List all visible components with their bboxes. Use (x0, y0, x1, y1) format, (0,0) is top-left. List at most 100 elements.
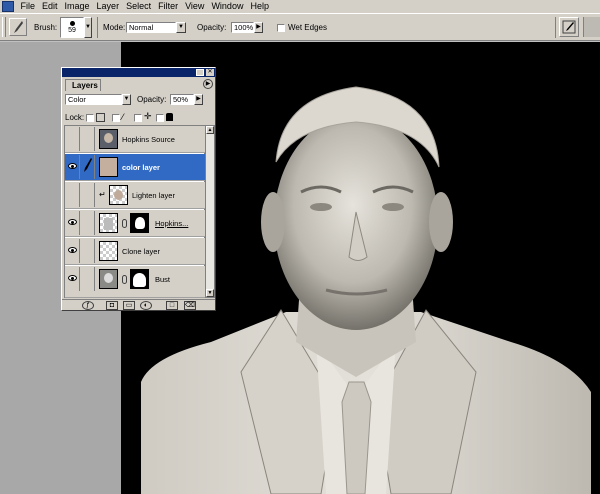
close-palette-button[interactable]: ✕ (206, 69, 214, 76)
link-toggle[interactable] (81, 211, 95, 235)
padlock-icon (166, 113, 173, 121)
lock-label: Lock: (65, 113, 85, 122)
brushes-palette-button[interactable] (559, 17, 579, 37)
adjustment-layer-button[interactable]: ◐ (140, 301, 152, 310)
wet-edges-checkbox[interactable] (277, 24, 285, 32)
layer-opacity-label: Opacity: (137, 95, 167, 104)
separator (555, 17, 556, 38)
chain-link-icon (122, 275, 127, 284)
layer-thumbnail (99, 129, 118, 149)
layer-thumbnail (99, 269, 118, 289)
blend-mode-select[interactable]: Color (65, 94, 122, 105)
scroll-up-arrow-icon[interactable]: ▲ (206, 126, 214, 134)
blend-mode-dropdown-button[interactable]: ▼ (122, 94, 131, 105)
clipping-arrow-icon: ↵ (99, 190, 106, 199)
menu-layer[interactable]: Layer (93, 0, 123, 13)
paintbrush-icon (84, 158, 92, 172)
move-lock-icon: ✛ (144, 111, 152, 121)
brush-size-value: 59 (68, 27, 76, 34)
link-toggle[interactable] (81, 127, 95, 151)
layer-name: color layer (122, 163, 160, 172)
visibility-toggle[interactable] (66, 155, 80, 179)
layer-opacity-input[interactable]: 50% (170, 94, 194, 105)
eye-icon (68, 219, 77, 225)
layer-row-lighten-layer[interactable]: ↵ Lighten layer (65, 182, 215, 209)
layer-name: Hopkins... (155, 219, 189, 228)
lock-position-checkbox[interactable] (134, 114, 142, 122)
visibility-toggle[interactable] (66, 127, 80, 151)
layer-thumbnail (109, 185, 128, 205)
layers-scrollbar[interactable]: ▲ ▼ (205, 125, 215, 298)
menu-image[interactable]: Image (61, 0, 93, 13)
menu-bar: File Edit Image Layer Select Filter View… (0, 0, 600, 13)
brush-tool-icon (14, 21, 23, 33)
eye-icon (68, 163, 77, 169)
new-set-button[interactable]: ▭ (123, 301, 135, 310)
menu-filter[interactable]: Filter (155, 0, 182, 13)
new-layer-button[interactable]: □ (166, 301, 178, 310)
eye-icon (68, 275, 77, 281)
layer-thumbnail (99, 241, 118, 261)
opacity-label: Opacity: (197, 23, 227, 32)
layer-thumbnail (99, 213, 118, 233)
menu-select[interactable]: Select (123, 0, 155, 13)
tab-layers[interactable]: Layers (65, 79, 101, 91)
brush-dropdown-button[interactable]: ▼ (84, 17, 92, 38)
separator (97, 17, 98, 38)
transparency-lock-icon (96, 113, 105, 122)
layer-name: Hopkins Source (122, 135, 175, 144)
layers-palette[interactable]: ✕ Layers ▶ Color ▼ Opacity: 50% ▶ Lock: … (61, 67, 216, 311)
mode-dropdown-button[interactable]: ▼ (176, 22, 186, 33)
visibility-toggle[interactable] (66, 267, 80, 291)
menu-file[interactable]: File (17, 0, 39, 13)
lock-image-checkbox[interactable] (112, 114, 120, 122)
opacity-slider-button[interactable]: ▶ (254, 22, 263, 33)
mode-label: Mode: (103, 23, 126, 32)
wet-edges-label: Wet Edges (288, 23, 327, 32)
layer-row-hopkins[interactable]: Hopkins... (65, 210, 215, 237)
layer-name: Bust (155, 275, 171, 284)
visibility-toggle[interactable] (66, 211, 80, 235)
layer-row-clone-layer[interactable]: Clone layer (65, 238, 215, 265)
scroll-down-arrow-icon[interactable]: ▼ (206, 289, 214, 297)
visibility-toggle[interactable] (66, 183, 80, 207)
layer-mask-thumbnail (130, 269, 149, 289)
layer-thumbnail (99, 157, 118, 177)
layer-row-color-layer[interactable]: color layer (65, 154, 215, 181)
layer-name: Lighten layer (132, 191, 175, 200)
lock-transparency-checkbox[interactable] (86, 114, 94, 122)
toolbar-grip[interactable] (2, 17, 6, 37)
mode-select[interactable]: Normal (126, 22, 176, 33)
menu-window[interactable]: Window (208, 0, 247, 13)
minimize-palette-button[interactable] (196, 69, 204, 76)
menu-edit[interactable]: Edit (39, 0, 62, 13)
layer-style-button[interactable]: ƒ (82, 301, 94, 310)
layers-list: Hopkins Source color layer ↵ Lighten lay… (64, 125, 215, 298)
layer-opacity-slider-button[interactable]: ▶ (194, 94, 203, 105)
palette-tabs: Layers ▶ (62, 77, 215, 91)
link-toggle[interactable] (81, 183, 95, 207)
menu-help[interactable]: Help (247, 0, 273, 13)
photoshop-logo-icon (2, 1, 14, 12)
link-toggle[interactable] (81, 155, 95, 179)
opacity-input[interactable]: 100% (231, 22, 254, 33)
palette-well[interactable] (583, 17, 600, 37)
palette-menu-button[interactable]: ▶ (203, 79, 213, 89)
tool-preset-picker[interactable] (9, 18, 27, 36)
visibility-toggle[interactable] (66, 239, 80, 263)
brush-lock-icon: ⁄ (122, 112, 124, 122)
menu-view[interactable]: View (182, 0, 208, 13)
layer-row-bust[interactable]: Bust (65, 266, 215, 298)
layer-mask-thumbnail (130, 213, 149, 233)
add-mask-button[interactable]: ◘ (106, 301, 118, 310)
link-toggle[interactable] (81, 267, 95, 291)
brush-label: Brush: (34, 23, 58, 32)
palette-title-bar[interactable]: ✕ (62, 68, 215, 77)
eye-icon (68, 247, 77, 253)
brush-preview[interactable]: 59 (60, 17, 84, 38)
lock-all-checkbox[interactable] (156, 114, 164, 122)
chain-link-icon (122, 219, 127, 228)
layer-row-hopkins-source[interactable]: Hopkins Source (65, 126, 215, 153)
link-toggle[interactable] (81, 239, 95, 263)
delete-layer-button[interactable]: ⌫ (184, 301, 196, 310)
